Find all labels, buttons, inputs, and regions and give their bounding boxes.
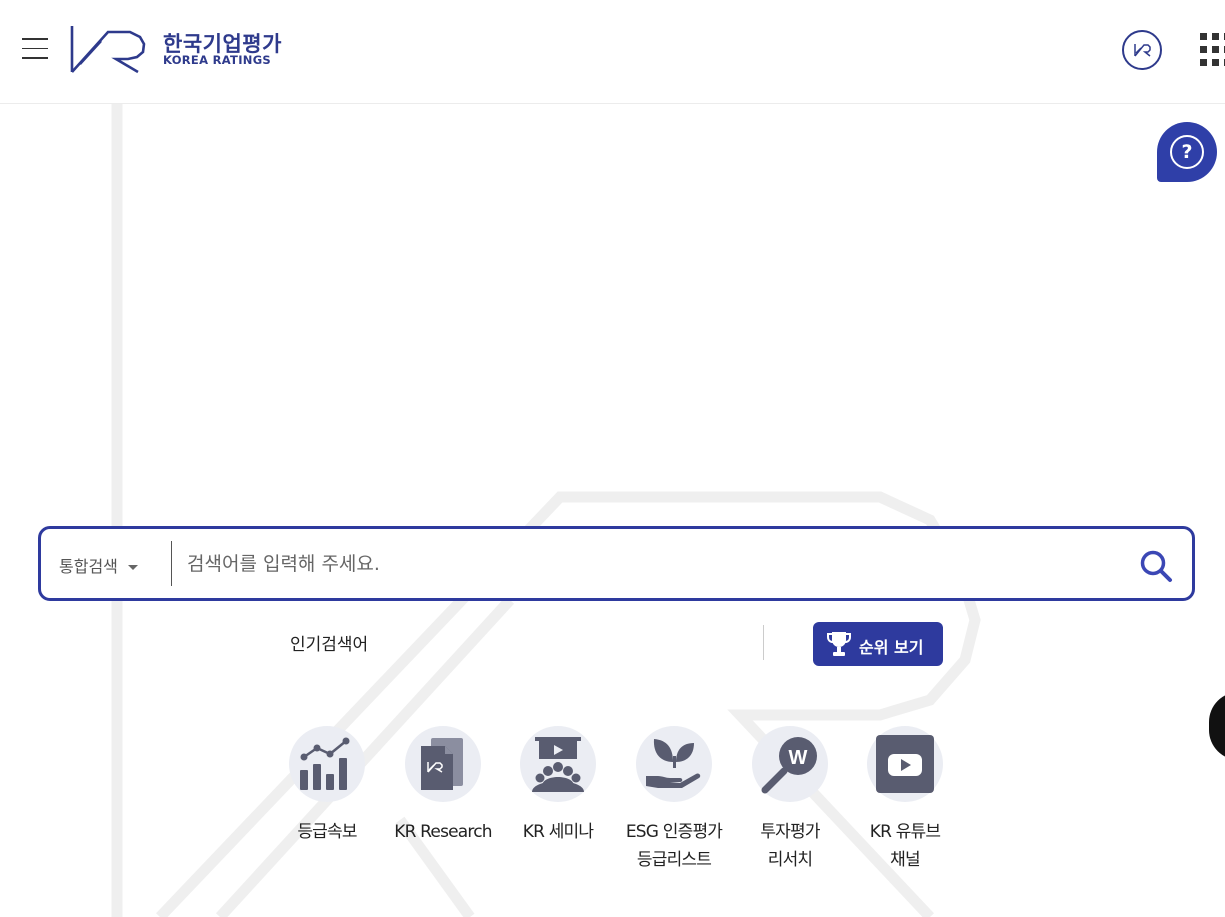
quick-link-icon-wrap bbox=[867, 726, 943, 802]
seminar-audience-icon bbox=[532, 737, 584, 792]
quick-link-icon-wrap: W bbox=[752, 726, 828, 802]
menu-hamburger-icon[interactable] bbox=[22, 38, 48, 62]
search-category-select[interactable]: 통합검색 bbox=[59, 553, 138, 577]
quick-link-icon-wrap bbox=[405, 726, 481, 802]
search-category-label: 통합검색 bbox=[59, 557, 118, 576]
quick-link-icon-wrap bbox=[520, 726, 596, 802]
popular-divider bbox=[763, 625, 764, 660]
search-icon bbox=[1140, 550, 1172, 582]
site-header: 한국기업평가 KOREA RATINGS bbox=[0, 0, 1225, 104]
logo-english-text: KOREA RATINGS bbox=[163, 53, 272, 67]
kr-mini-logo-icon bbox=[1134, 44, 1151, 57]
kr-document-icon bbox=[421, 738, 463, 790]
help-chat-button[interactable]: ? bbox=[1157, 122, 1217, 182]
apps-grid-icon[interactable] bbox=[1200, 33, 1225, 66]
quick-link-label: KR 유튜브 채널 bbox=[869, 822, 941, 870]
caret-down-icon bbox=[127, 565, 138, 570]
quick-link-icon-wrap bbox=[289, 726, 365, 802]
search-button[interactable] bbox=[1139, 549, 1173, 583]
view-ranking-label: 순위 보기 bbox=[859, 638, 924, 657]
magnifier-w-icon: W bbox=[761, 737, 817, 794]
question-mark-icon: ? bbox=[1170, 135, 1204, 169]
rising-bar-chart-icon bbox=[300, 737, 350, 790]
kr-logo-mark-icon bbox=[70, 26, 146, 74]
popular-keywords-label: 인기검색어 bbox=[290, 635, 369, 655]
search-bar: 통합검색 bbox=[38, 526, 1195, 601]
search-input[interactable] bbox=[185, 543, 1089, 585]
search-divider bbox=[171, 541, 172, 586]
quick-link-kr-youtube[interactable]: KR 유튜브 채널 bbox=[830, 726, 980, 874]
svg-text:W: W bbox=[789, 747, 808, 769]
kr-profile-icon[interactable] bbox=[1122, 30, 1162, 70]
youtube-play-icon bbox=[876, 735, 934, 793]
quick-link-icon-wrap bbox=[636, 726, 712, 802]
trophy-icon bbox=[827, 632, 851, 656]
view-ranking-button[interactable]: 순위 보기 bbox=[813, 622, 943, 666]
hand-sprout-icon bbox=[646, 739, 701, 788]
